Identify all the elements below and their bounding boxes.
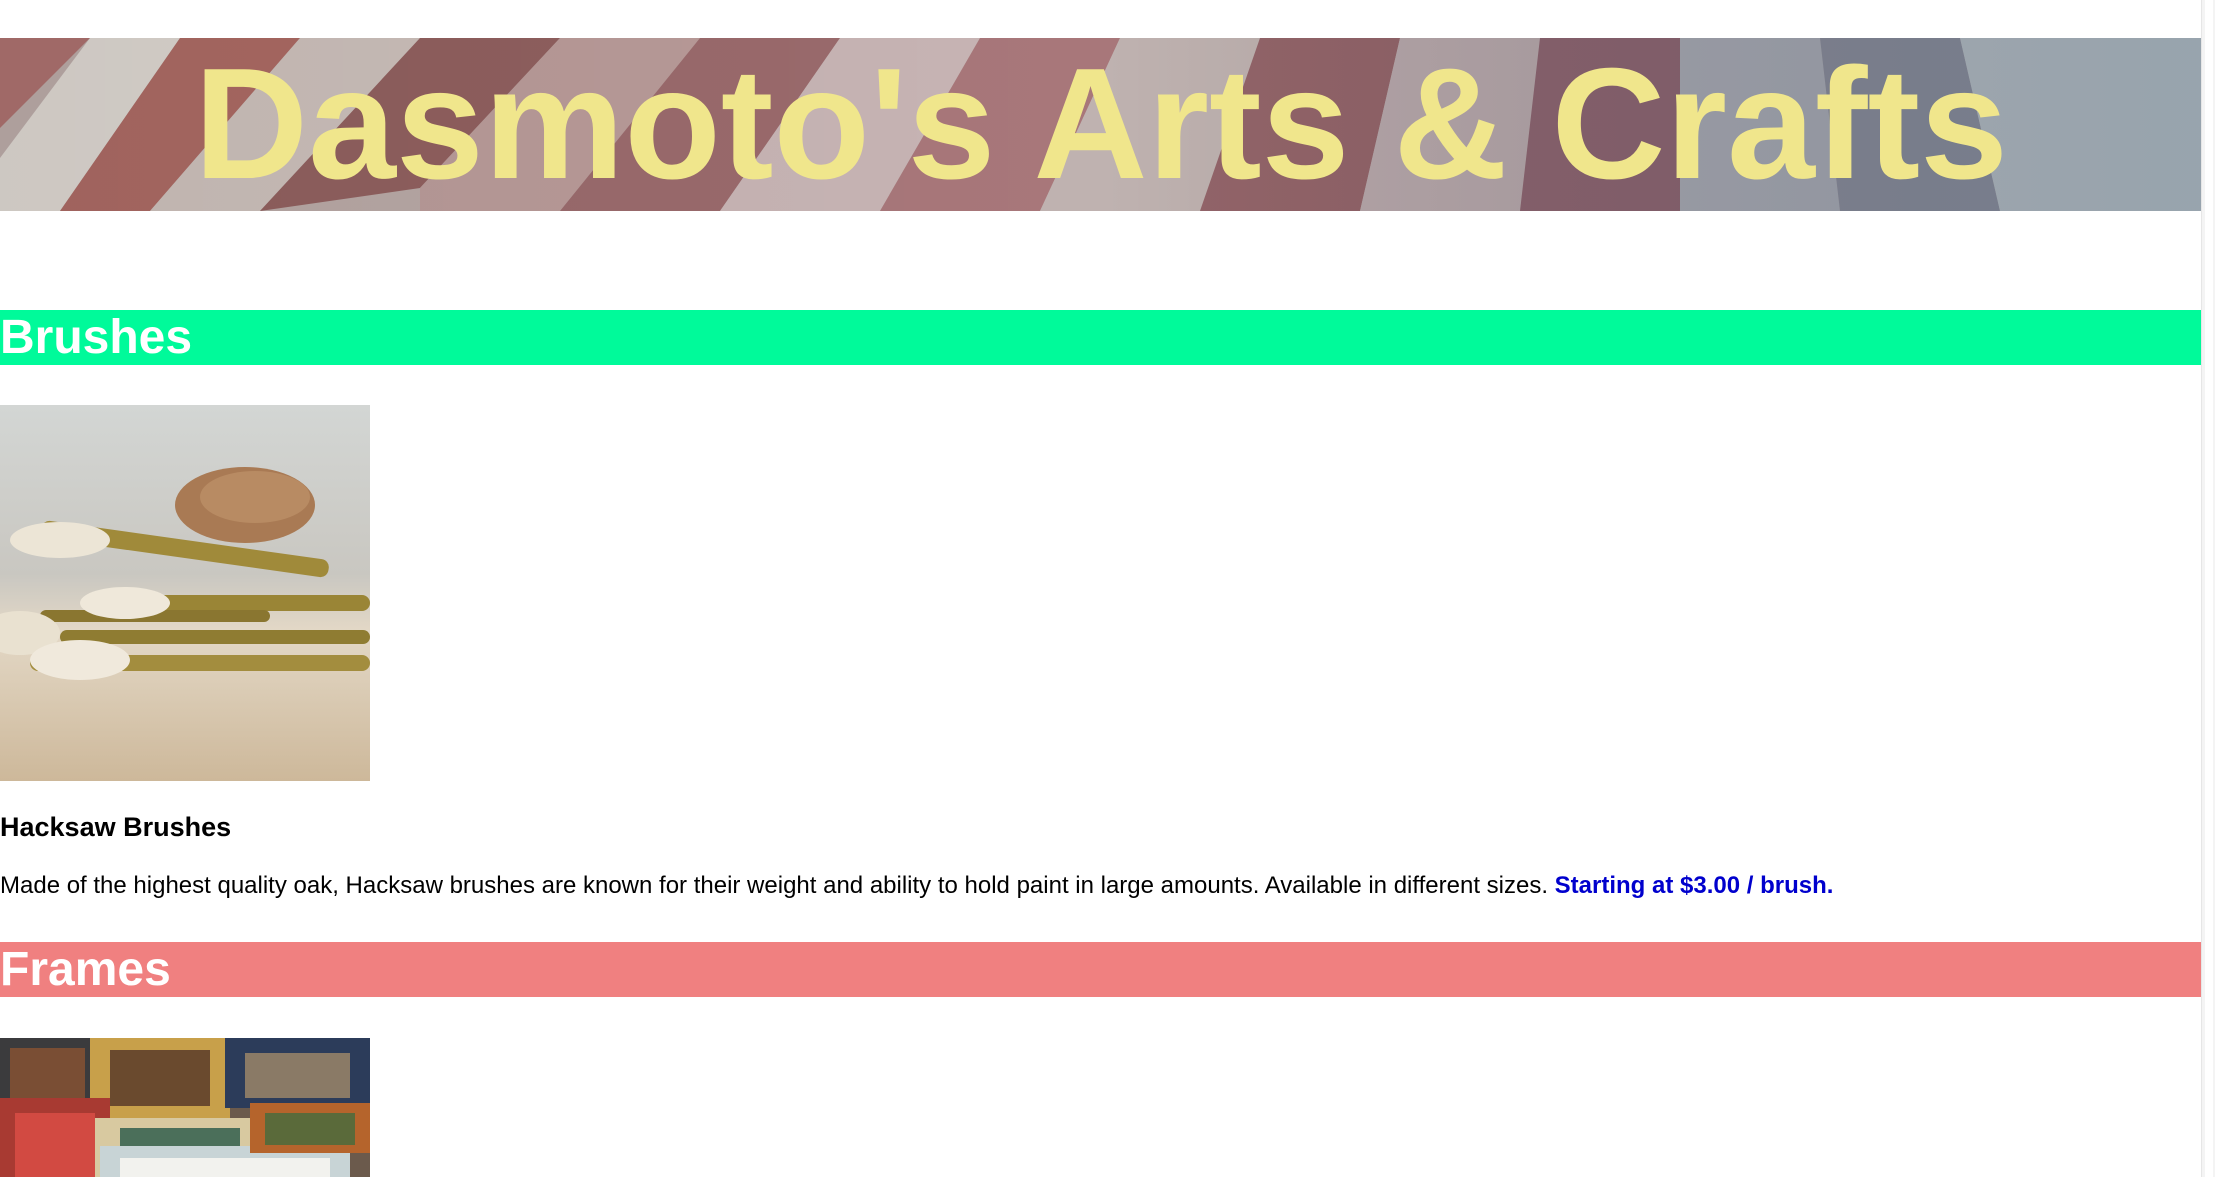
section-heading-brushes: Brushes	[0, 310, 2202, 365]
hacksaw-brushes-image	[0, 405, 370, 781]
vertical-scrollbar[interactable]	[2201, 0, 2215, 1177]
scrollbar-thumb[interactable]	[2205, 0, 2213, 1177]
section-heading-frames: Frames	[0, 942, 2202, 997]
item-price: Starting at $3.00 / brush.	[1554, 872, 1834, 899]
page-title: Dasmoto's Arts & Crafts	[194, 38, 2008, 211]
frames-photo	[0, 1038, 370, 1177]
page: Dasmoto's Arts & Crafts Brushes Hacksaw …	[0, 0, 2215, 1177]
frames-image	[0, 1038, 370, 1177]
header-banner: Dasmoto's Arts & Crafts	[0, 38, 2202, 211]
item-title-hacksaw-brushes: Hacksaw Brushes	[0, 812, 232, 842]
item-description-hacksaw-brushes: Made of the highest quality oak, Hacksaw…	[0, 872, 1833, 900]
brushes-photo	[0, 405, 370, 781]
item-description-text: Made of the highest quality oak, Hacksaw…	[0, 872, 1548, 899]
